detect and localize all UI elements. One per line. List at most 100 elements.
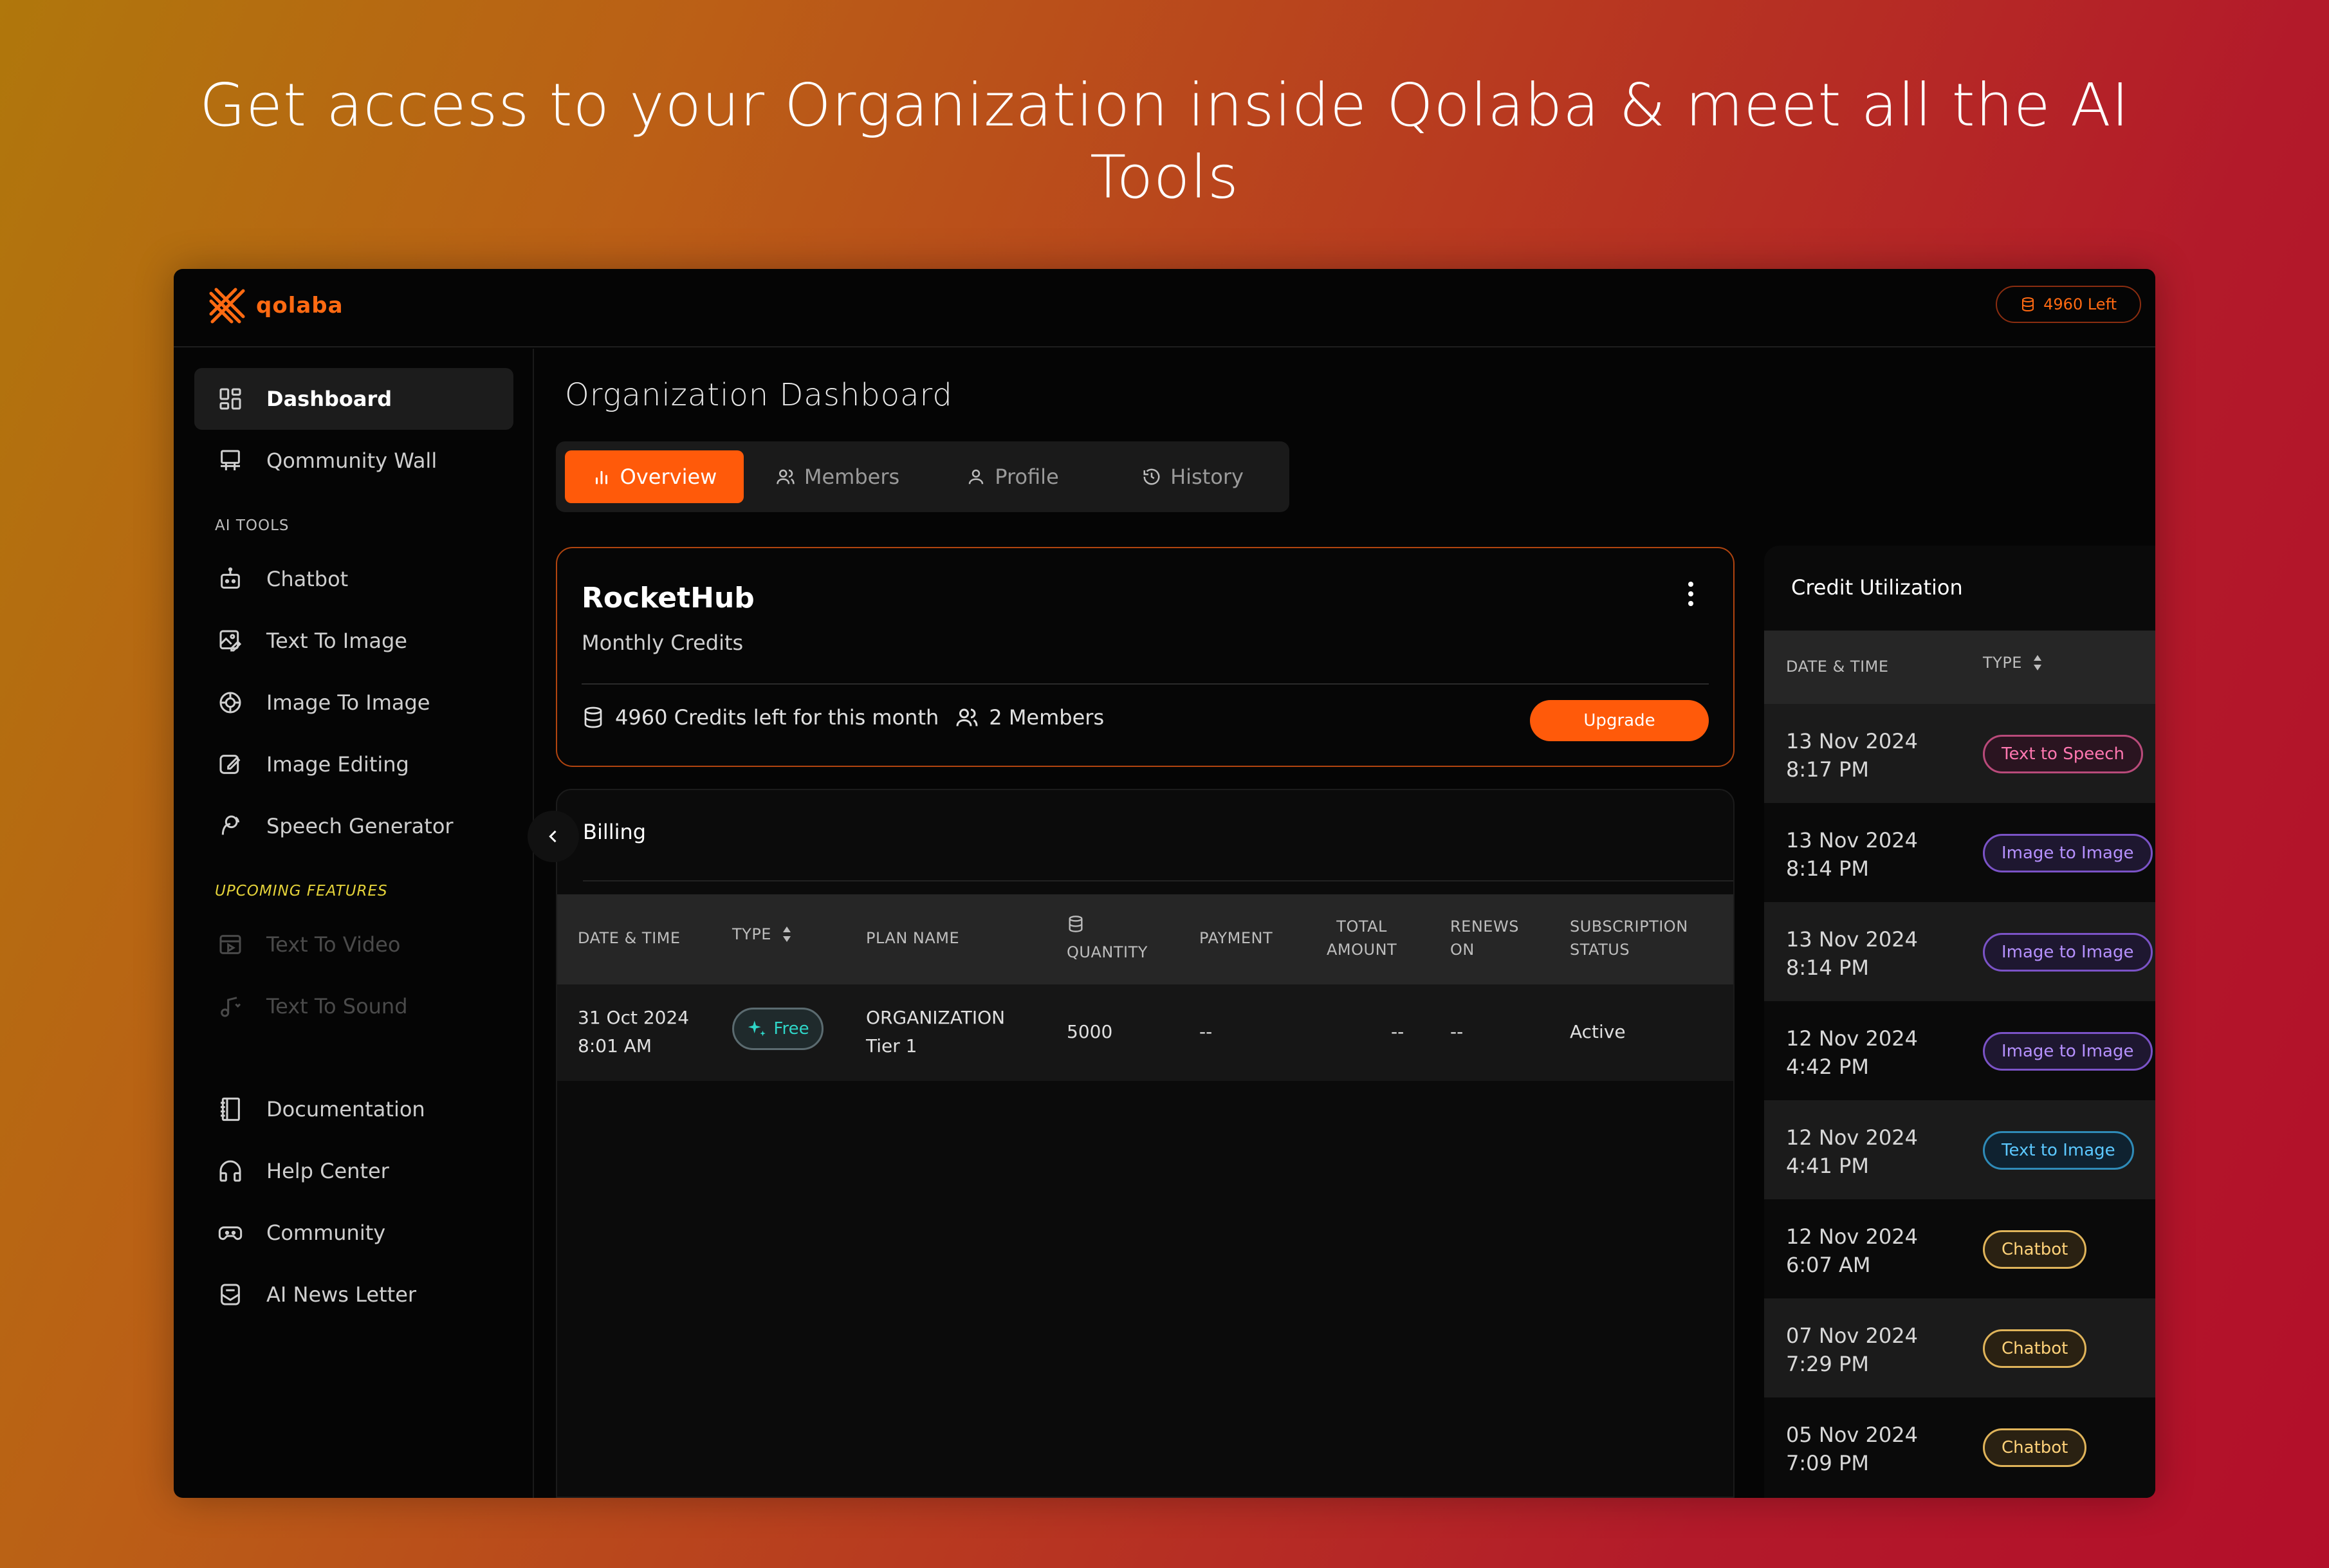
sidebar-item-documentation[interactable]: Documentation bbox=[194, 1078, 513, 1140]
header-type[interactable]: TYPE bbox=[732, 923, 793, 946]
type-badge: Text to Speech bbox=[1983, 735, 2143, 773]
cell-subscription-status: Active bbox=[1570, 1021, 1626, 1042]
sort-icon bbox=[2033, 655, 2041, 670]
upgrade-button[interactable]: Upgrade bbox=[1530, 700, 1709, 741]
credits-left-pill[interactable]: 4960 Left bbox=[1996, 286, 2141, 323]
header-type-label: TYPE bbox=[732, 925, 771, 943]
sidebar-item-text-to-image[interactable]: Text To Image bbox=[194, 610, 513, 672]
sidebar-item-help-center[interactable]: Help Center bbox=[194, 1140, 513, 1202]
cell-date-time: 05 Nov 2024 7:09 PM bbox=[1786, 1421, 1918, 1477]
cell-time: 8:14 PM bbox=[1786, 856, 1869, 881]
sound-icon bbox=[221, 997, 241, 1017]
tab-label: Members bbox=[804, 465, 900, 489]
cell-time: 8:01 AM bbox=[578, 1035, 652, 1056]
history-icon bbox=[1143, 468, 1160, 485]
cell-date-time: 31 Oct 2024 8:01 AM bbox=[578, 1004, 689, 1060]
header-quantity: QUANTITY bbox=[1067, 914, 1148, 964]
upcoming-features-label: UPCOMING FEATURES bbox=[215, 883, 388, 899]
header-status-line-2: STATUS bbox=[1570, 941, 1630, 959]
logo[interactable]: qolaba bbox=[207, 286, 344, 326]
divider bbox=[582, 683, 1709, 685]
chevron-left-icon bbox=[549, 830, 557, 843]
more-options-icon[interactable] bbox=[1687, 580, 1695, 607]
page-title: Organization Dashboard bbox=[565, 377, 953, 413]
billing-title: Billing bbox=[583, 820, 647, 844]
header-type[interactable]: TYPE bbox=[1983, 651, 2044, 674]
cell-date: 13 Nov 2024 bbox=[1786, 828, 1918, 853]
type-badge: Chatbot bbox=[1983, 1428, 2087, 1467]
sidebar-item-label: Dashboard bbox=[266, 387, 392, 411]
tab-profile[interactable]: Profile bbox=[929, 450, 1096, 503]
app-window: qolaba 4960 Left Dashboard Qommunity Wal… bbox=[174, 269, 2155, 1498]
users-icon bbox=[956, 708, 978, 726]
sidebar-item-speech-generator[interactable]: Speech Generator bbox=[194, 795, 513, 857]
cell-date: 13 Nov 2024 bbox=[1786, 729, 1918, 753]
header-renews-on: RENEWS ON bbox=[1450, 915, 1519, 961]
tab-members[interactable]: Members bbox=[754, 450, 921, 503]
tab-history[interactable]: History bbox=[1103, 450, 1283, 503]
cell-date: 12 Nov 2024 bbox=[1786, 1125, 1918, 1150]
cell-date: 31 Oct 2024 bbox=[578, 1007, 690, 1028]
cell-date-time: 13 Nov 2024 8:14 PM bbox=[1786, 826, 1918, 883]
list-item: 12 Nov 2024 4:42 PM Image to Image bbox=[1764, 1001, 2155, 1100]
coins-icon bbox=[1069, 916, 1083, 932]
cell-time: 7:29 PM bbox=[1786, 1352, 1869, 1376]
headline-line-2: Tools bbox=[1090, 143, 1239, 212]
sort-icon bbox=[782, 927, 791, 942]
gamepad-icon bbox=[218, 1226, 243, 1241]
credit-utilization-panel: Credit Utilization DATE & TIME TYPE 13 N… bbox=[1764, 546, 2155, 1498]
header-total-line-1: TOTAL bbox=[1336, 918, 1387, 936]
list-item: 07 Nov 2024 7:29 PM Chatbot bbox=[1764, 1298, 2155, 1397]
collapse-sidebar-button[interactable] bbox=[528, 811, 579, 862]
cell-date: 05 Nov 2024 bbox=[1786, 1423, 1918, 1447]
sidebar-item-label: Chatbot bbox=[266, 567, 349, 591]
header-subscription-status: SUBSCRIPTION STATUS bbox=[1570, 915, 1688, 961]
cell-date-time: 12 Nov 2024 4:42 PM bbox=[1786, 1024, 1918, 1081]
billing-section: Billing DATE & TIME TYPE PLAN NAME QUANT… bbox=[528, 789, 1735, 1498]
sidebar-item-community[interactable]: Community bbox=[194, 1202, 513, 1264]
sidebar-item-qommunity-wall[interactable]: Qommunity Wall bbox=[194, 430, 513, 492]
tab-overview[interactable]: Overview bbox=[565, 450, 744, 503]
type-badge: Image to Image bbox=[1983, 933, 2153, 972]
table-row: 31 Oct 2024 8:01 AM Free ORGANIZATION Ti… bbox=[557, 984, 1733, 1081]
coins-icon bbox=[584, 706, 602, 728]
cell-date-time: 12 Nov 2024 6:07 AM bbox=[1786, 1222, 1918, 1279]
header-plan-name: PLAN NAME bbox=[866, 929, 960, 947]
type-badge: Image to Image bbox=[1983, 1032, 2153, 1071]
edit-square-icon bbox=[219, 755, 241, 774]
list-item: 12 Nov 2024 6:07 AM Chatbot bbox=[1764, 1199, 2155, 1298]
organization-subtitle: Monthly Credits bbox=[582, 631, 744, 655]
list-item: 13 Nov 2024 8:14 PM Image to Image bbox=[1764, 902, 2155, 1001]
type-badge: Text to Image bbox=[1983, 1131, 2134, 1170]
aperture-icon bbox=[219, 692, 241, 714]
header-date-time: DATE & TIME bbox=[578, 929, 681, 947]
sidebar-item-label: Documentation bbox=[266, 1097, 425, 1121]
sidebar-item-label: Image Editing bbox=[266, 752, 409, 777]
robot-icon bbox=[221, 567, 240, 589]
sidebar-item-label: Speech Generator bbox=[266, 814, 454, 838]
list-item: 13 Nov 2024 8:17 PM Text to Speech bbox=[1764, 704, 2155, 803]
cell-time: 4:42 PM bbox=[1786, 1055, 1869, 1079]
speech-icon bbox=[221, 815, 239, 835]
sidebar-item-chatbot[interactable]: Chatbot bbox=[194, 548, 513, 610]
type-badge: Chatbot bbox=[1983, 1329, 2087, 1368]
cell-date: 13 Nov 2024 bbox=[1786, 927, 1918, 952]
video-icon bbox=[219, 935, 241, 954]
sparkle-icon bbox=[748, 1020, 766, 1037]
sidebar-item-label: Image To Image bbox=[266, 690, 430, 715]
list-item: 13 Nov 2024 8:14 PM Image to Image bbox=[1764, 803, 2155, 902]
sidebar-item-label: Text To Image bbox=[266, 629, 407, 653]
sidebar-item-dashboard[interactable]: Dashboard bbox=[194, 368, 513, 430]
cell-date: 07 Nov 2024 bbox=[1786, 1324, 1918, 1348]
cell-time: 8:14 PM bbox=[1786, 955, 1869, 980]
sidebar-item-label: Community bbox=[266, 1221, 386, 1245]
headline-line-1: Get access to your Organization inside Q… bbox=[199, 71, 2130, 140]
sidebar-item-image-editing[interactable]: Image Editing bbox=[194, 733, 513, 795]
sidebar-item-image-to-image[interactable]: Image To Image bbox=[194, 672, 513, 733]
list-item: 12 Nov 2024 4:41 PM Text to Image bbox=[1764, 1100, 2155, 1199]
headline: Get access to your Organization inside Q… bbox=[0, 69, 2329, 214]
cell-payment: -- bbox=[1199, 1021, 1213, 1042]
sidebar-item-ai-news-letter[interactable]: AI News Letter bbox=[194, 1264, 513, 1325]
cell-time: 6:07 AM bbox=[1786, 1253, 1871, 1277]
image-edit-icon bbox=[219, 630, 242, 652]
